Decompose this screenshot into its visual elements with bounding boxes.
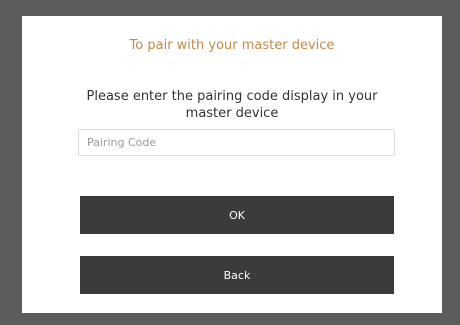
ok-button[interactable]: OK: [80, 196, 394, 234]
pairing-code-input[interactable]: [78, 129, 395, 156]
window-frame: To pair with your master device Please e…: [0, 0, 460, 325]
pairing-dialog: To pair with your master device Please e…: [22, 16, 442, 313]
pairing-instruction: Please enter the pairing code display in…: [86, 89, 378, 121]
dialog-title: To pair with your master device: [129, 38, 335, 53]
back-button[interactable]: Back: [80, 256, 394, 294]
